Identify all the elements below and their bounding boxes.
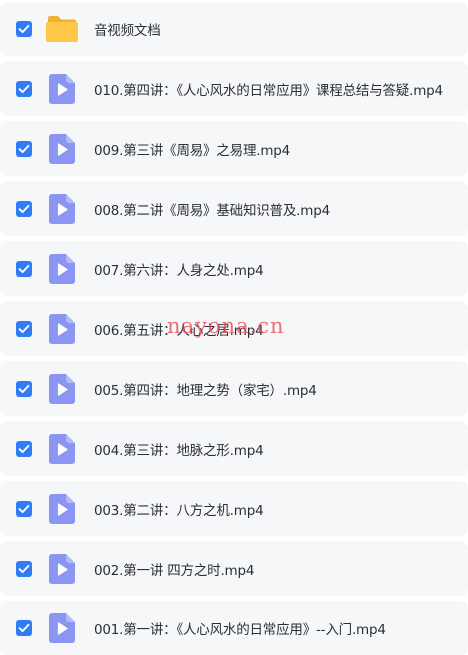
- file-name[interactable]: 007.第六讲：人身之处.mp4: [94, 259, 466, 279]
- file-row[interactable]: 004.第三讲：地脉之形.mp4: [0, 421, 468, 476]
- file-row[interactable]: 006.第五讲：人心之居.mp4: [0, 301, 468, 356]
- file-name[interactable]: 音视频文档: [94, 19, 466, 39]
- file-row[interactable]: 009.第三讲《周易》之易理.mp4: [0, 121, 468, 176]
- video-file-icon: [49, 313, 75, 344]
- checkbox[interactable]: [16, 80, 32, 97]
- file-name[interactable]: 005.第四讲：地理之势（家宅）.mp4: [94, 379, 466, 399]
- file-row[interactable]: 005.第四讲：地理之势（家宅）.mp4: [0, 361, 468, 416]
- file-name[interactable]: 001.第一讲：《人心风水的日常应用》--入门.mp4: [94, 618, 466, 638]
- file-row[interactable]: 002.第一讲 四方之时.mp4: [0, 541, 468, 596]
- file-name[interactable]: 010.第四讲：《人心风水的日常应用》课程总结与答疑.mp4: [94, 79, 466, 99]
- file-name[interactable]: 006.第五讲：人心之居.mp4: [94, 319, 466, 339]
- checkbox[interactable]: [16, 260, 32, 277]
- file-name[interactable]: 004.第三讲：地脉之形.mp4: [94, 439, 466, 459]
- file-row[interactable]: 007.第六讲：人身之处.mp4: [0, 241, 468, 296]
- video-file-icon: [49, 613, 75, 643]
- file-row[interactable]: 010.第四讲：《人心风水的日常应用》课程总结与答疑.mp4: [0, 61, 468, 116]
- checkbox[interactable]: [16, 21, 32, 37]
- video-file-icon: [49, 73, 75, 104]
- folder-row[interactable]: 音视频文档: [0, 2, 468, 56]
- video-file-icon: [49, 373, 75, 404]
- checkbox[interactable]: [16, 440, 32, 457]
- video-file-icon: [49, 493, 75, 524]
- file-row[interactable]: 008.第二讲《周易》基础知识普及.mp4: [0, 181, 468, 236]
- file-row[interactable]: 003.第二讲：八方之机.mp4: [0, 481, 468, 536]
- checkbox[interactable]: [16, 560, 32, 577]
- file-name[interactable]: 009.第三讲《周易》之易理.mp4: [94, 139, 466, 159]
- checkbox[interactable]: [16, 500, 32, 517]
- checkbox[interactable]: [16, 200, 32, 217]
- file-name[interactable]: 002.第一讲 四方之时.mp4: [94, 559, 466, 579]
- video-file-icon: [49, 253, 75, 284]
- video-file-icon: [49, 433, 75, 464]
- file-name[interactable]: 008.第二讲《周易》基础知识普及.mp4: [94, 199, 466, 219]
- checkbox[interactable]: [16, 620, 32, 636]
- checkbox[interactable]: [16, 140, 32, 157]
- checkbox[interactable]: [16, 380, 32, 397]
- video-file-icon: [49, 193, 75, 224]
- file-name[interactable]: 003.第二讲：八方之机.mp4: [94, 499, 466, 519]
- checkbox[interactable]: [16, 320, 32, 337]
- file-list: 音视频文档 010.第四讲：《人心风水的日常应用》课程总结与答疑.mp4 009.第…: [0, 0, 468, 655]
- file-row[interactable]: 001.第一讲：《人心风水的日常应用》--入门.mp4: [0, 601, 468, 655]
- video-file-icon: [49, 133, 75, 164]
- video-file-icon: [49, 553, 75, 584]
- folder-icon: [46, 16, 78, 42]
